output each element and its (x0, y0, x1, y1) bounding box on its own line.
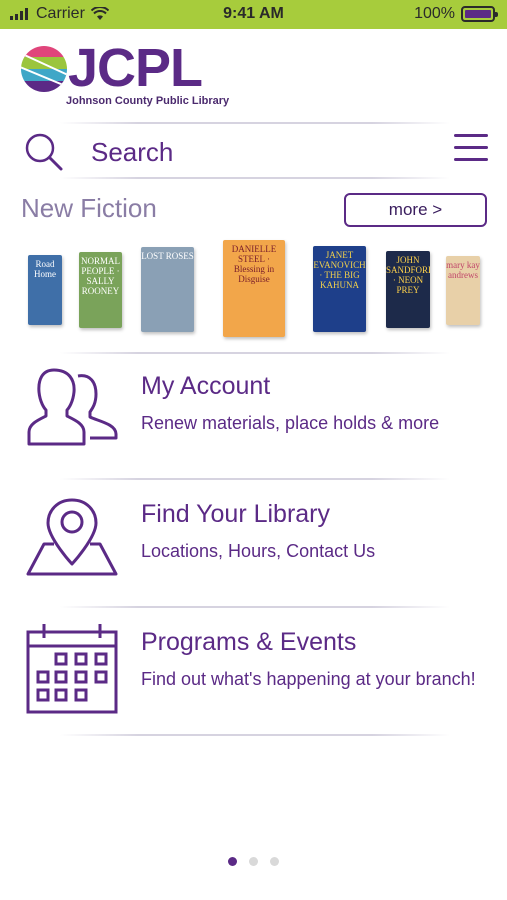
book-title: JOHN SANDFORD · NEON PREY (386, 255, 430, 295)
find-library-subtitle: Locations, Hours, Contact Us (141, 541, 376, 561)
calendar-icon (26, 624, 118, 714)
logo-emblem-icon (21, 46, 67, 92)
logo-text: JCPL (68, 38, 203, 98)
programs-events-item[interactable]: Programs & Events Find out what's happen… (20, 622, 490, 732)
book-cover[interactable]: DANIELLE STEEL · Blessing in Disguise (223, 240, 285, 337)
status-right: 100% (414, 5, 498, 23)
my-account-subtitle: Renew materials, place holds & more (141, 413, 440, 433)
divider (60, 478, 450, 480)
more-button[interactable]: more > (344, 193, 487, 227)
find-library-title: Find Your Library (141, 500, 331, 528)
map-pin-icon (26, 498, 118, 576)
book-title: NORMAL PEOPLE · SALLY ROONEY (80, 256, 120, 296)
programs-events-subtitle: Find out what's happening at your branch… (141, 669, 476, 689)
divider (60, 734, 450, 736)
page-indicator[interactable] (0, 853, 507, 871)
hamburger-menu-icon[interactable] (454, 134, 488, 164)
divider (60, 352, 450, 354)
status-bar: Carrier 9:41 AM 100% (0, 0, 507, 29)
page-dot[interactable] (249, 857, 258, 866)
book-title: JANET EVANOVICH · THE BIG KAHUNA (313, 250, 366, 290)
search-icon[interactable] (24, 132, 64, 172)
my-account-title: My Account (141, 372, 271, 400)
programs-events-title: Programs & Events (141, 628, 357, 656)
battery-icon (461, 6, 498, 22)
divider (60, 122, 450, 124)
book-cover[interactable]: mary kay andrews (446, 256, 480, 325)
page-dot[interactable] (270, 857, 280, 866)
page-dot[interactable] (227, 857, 237, 866)
book-cover[interactable]: JANET EVANOVICH · THE BIG KAHUNA (313, 246, 366, 332)
book-cover[interactable]: NORMAL PEOPLE · SALLY ROONEY (79, 252, 122, 328)
book-title: DANIELLE STEEL · Blessing in Disguise (231, 244, 277, 284)
book-cover[interactable]: JOHN SANDFORD · NEON PREY (386, 251, 430, 328)
book-title: mary kay andrews (446, 260, 480, 280)
search-bar[interactable]: Search (20, 128, 490, 176)
jcpl-logo[interactable]: JCPL Johnson County Public Library (20, 38, 229, 111)
book-title: Road Home (34, 259, 56, 279)
book-cover[interactable]: LOST ROSES (141, 247, 194, 332)
battery-percent: 100% (414, 5, 455, 22)
logo-subtitle: Johnson County Public Library (66, 95, 230, 107)
divider (60, 606, 450, 608)
book-cover[interactable]: Road Home (28, 255, 62, 325)
my-account-item[interactable]: My Account Renew materials, place holds … (20, 366, 490, 476)
book-carousel[interactable]: Road Home NORMAL PEOPLE · SALLY ROONEY L… (0, 240, 507, 340)
find-library-item[interactable]: Find Your Library Locations, Hours, Cont… (20, 494, 490, 604)
new-fiction-title: New Fiction (21, 193, 157, 223)
book-title: LOST ROSES (141, 251, 194, 261)
people-icon (27, 368, 118, 446)
search-label[interactable]: Search (91, 137, 173, 168)
divider (60, 177, 450, 179)
